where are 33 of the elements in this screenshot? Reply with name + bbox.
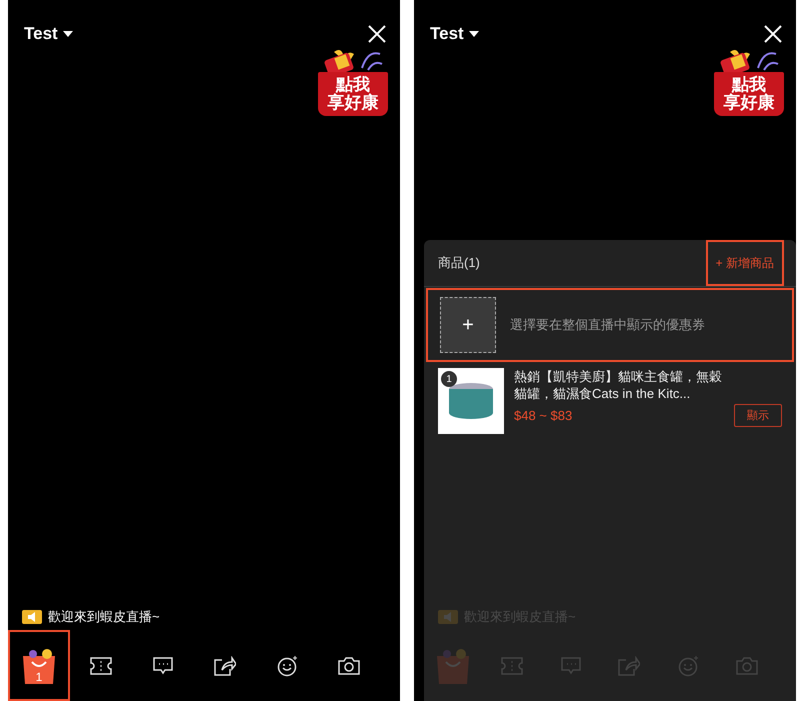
megaphone-icon <box>438 610 458 624</box>
share-icon <box>214 656 236 676</box>
show-button[interactable]: 顯示 <box>734 404 782 427</box>
megaphone-icon <box>22 610 42 624</box>
camera-icon <box>338 656 360 674</box>
stream-title-dropdown[interactable]: Test <box>430 24 479 44</box>
add-coupon-button[interactable]: + <box>440 297 496 353</box>
panel-title: 商品(1) <box>438 254 480 272</box>
caret-icon <box>468 31 479 37</box>
camera-icon <box>736 656 758 674</box>
coupon-hint: 選擇要在整個直播中顯示的優惠券 <box>510 316 705 334</box>
chat-icon <box>560 656 581 674</box>
promo-badge[interactable]: 點我 享好康 <box>714 72 784 116</box>
ticket-icon <box>501 656 523 674</box>
product-name: 熱銷【凱特美廚】貓咪主食罐，無穀貓罐，貓濕食Cats in the Kitc... <box>514 368 723 402</box>
share-icon <box>618 656 640 676</box>
close-icon[interactable] <box>764 25 782 43</box>
smiley-icon <box>677 654 700 676</box>
cart-count: 1 <box>34 670 44 684</box>
stream-title-dropdown[interactable]: Test <box>24 24 73 44</box>
product-number-badge: 1 <box>441 371 457 387</box>
promo-badge[interactable]: 點我 享好康 <box>318 72 388 116</box>
product-price: $48 ~ $83 <box>514 408 572 423</box>
coupon-selector[interactable]: + 選擇要在整個直播中顯示的優惠券 <box>426 288 794 362</box>
caret-icon <box>62 31 73 37</box>
chat-icon <box>153 656 173 674</box>
welcome-message: 歡迎來到蝦皮直播~ <box>48 608 160 626</box>
smiley-icon <box>276 654 298 676</box>
can-drawing <box>446 381 496 421</box>
close-icon[interactable] <box>368 25 386 43</box>
add-product-button[interactable]: + 新增商品 <box>706 240 784 286</box>
shop-toolbar-button[interactable]: 1 <box>8 630 70 701</box>
ticket-icon <box>90 656 112 674</box>
